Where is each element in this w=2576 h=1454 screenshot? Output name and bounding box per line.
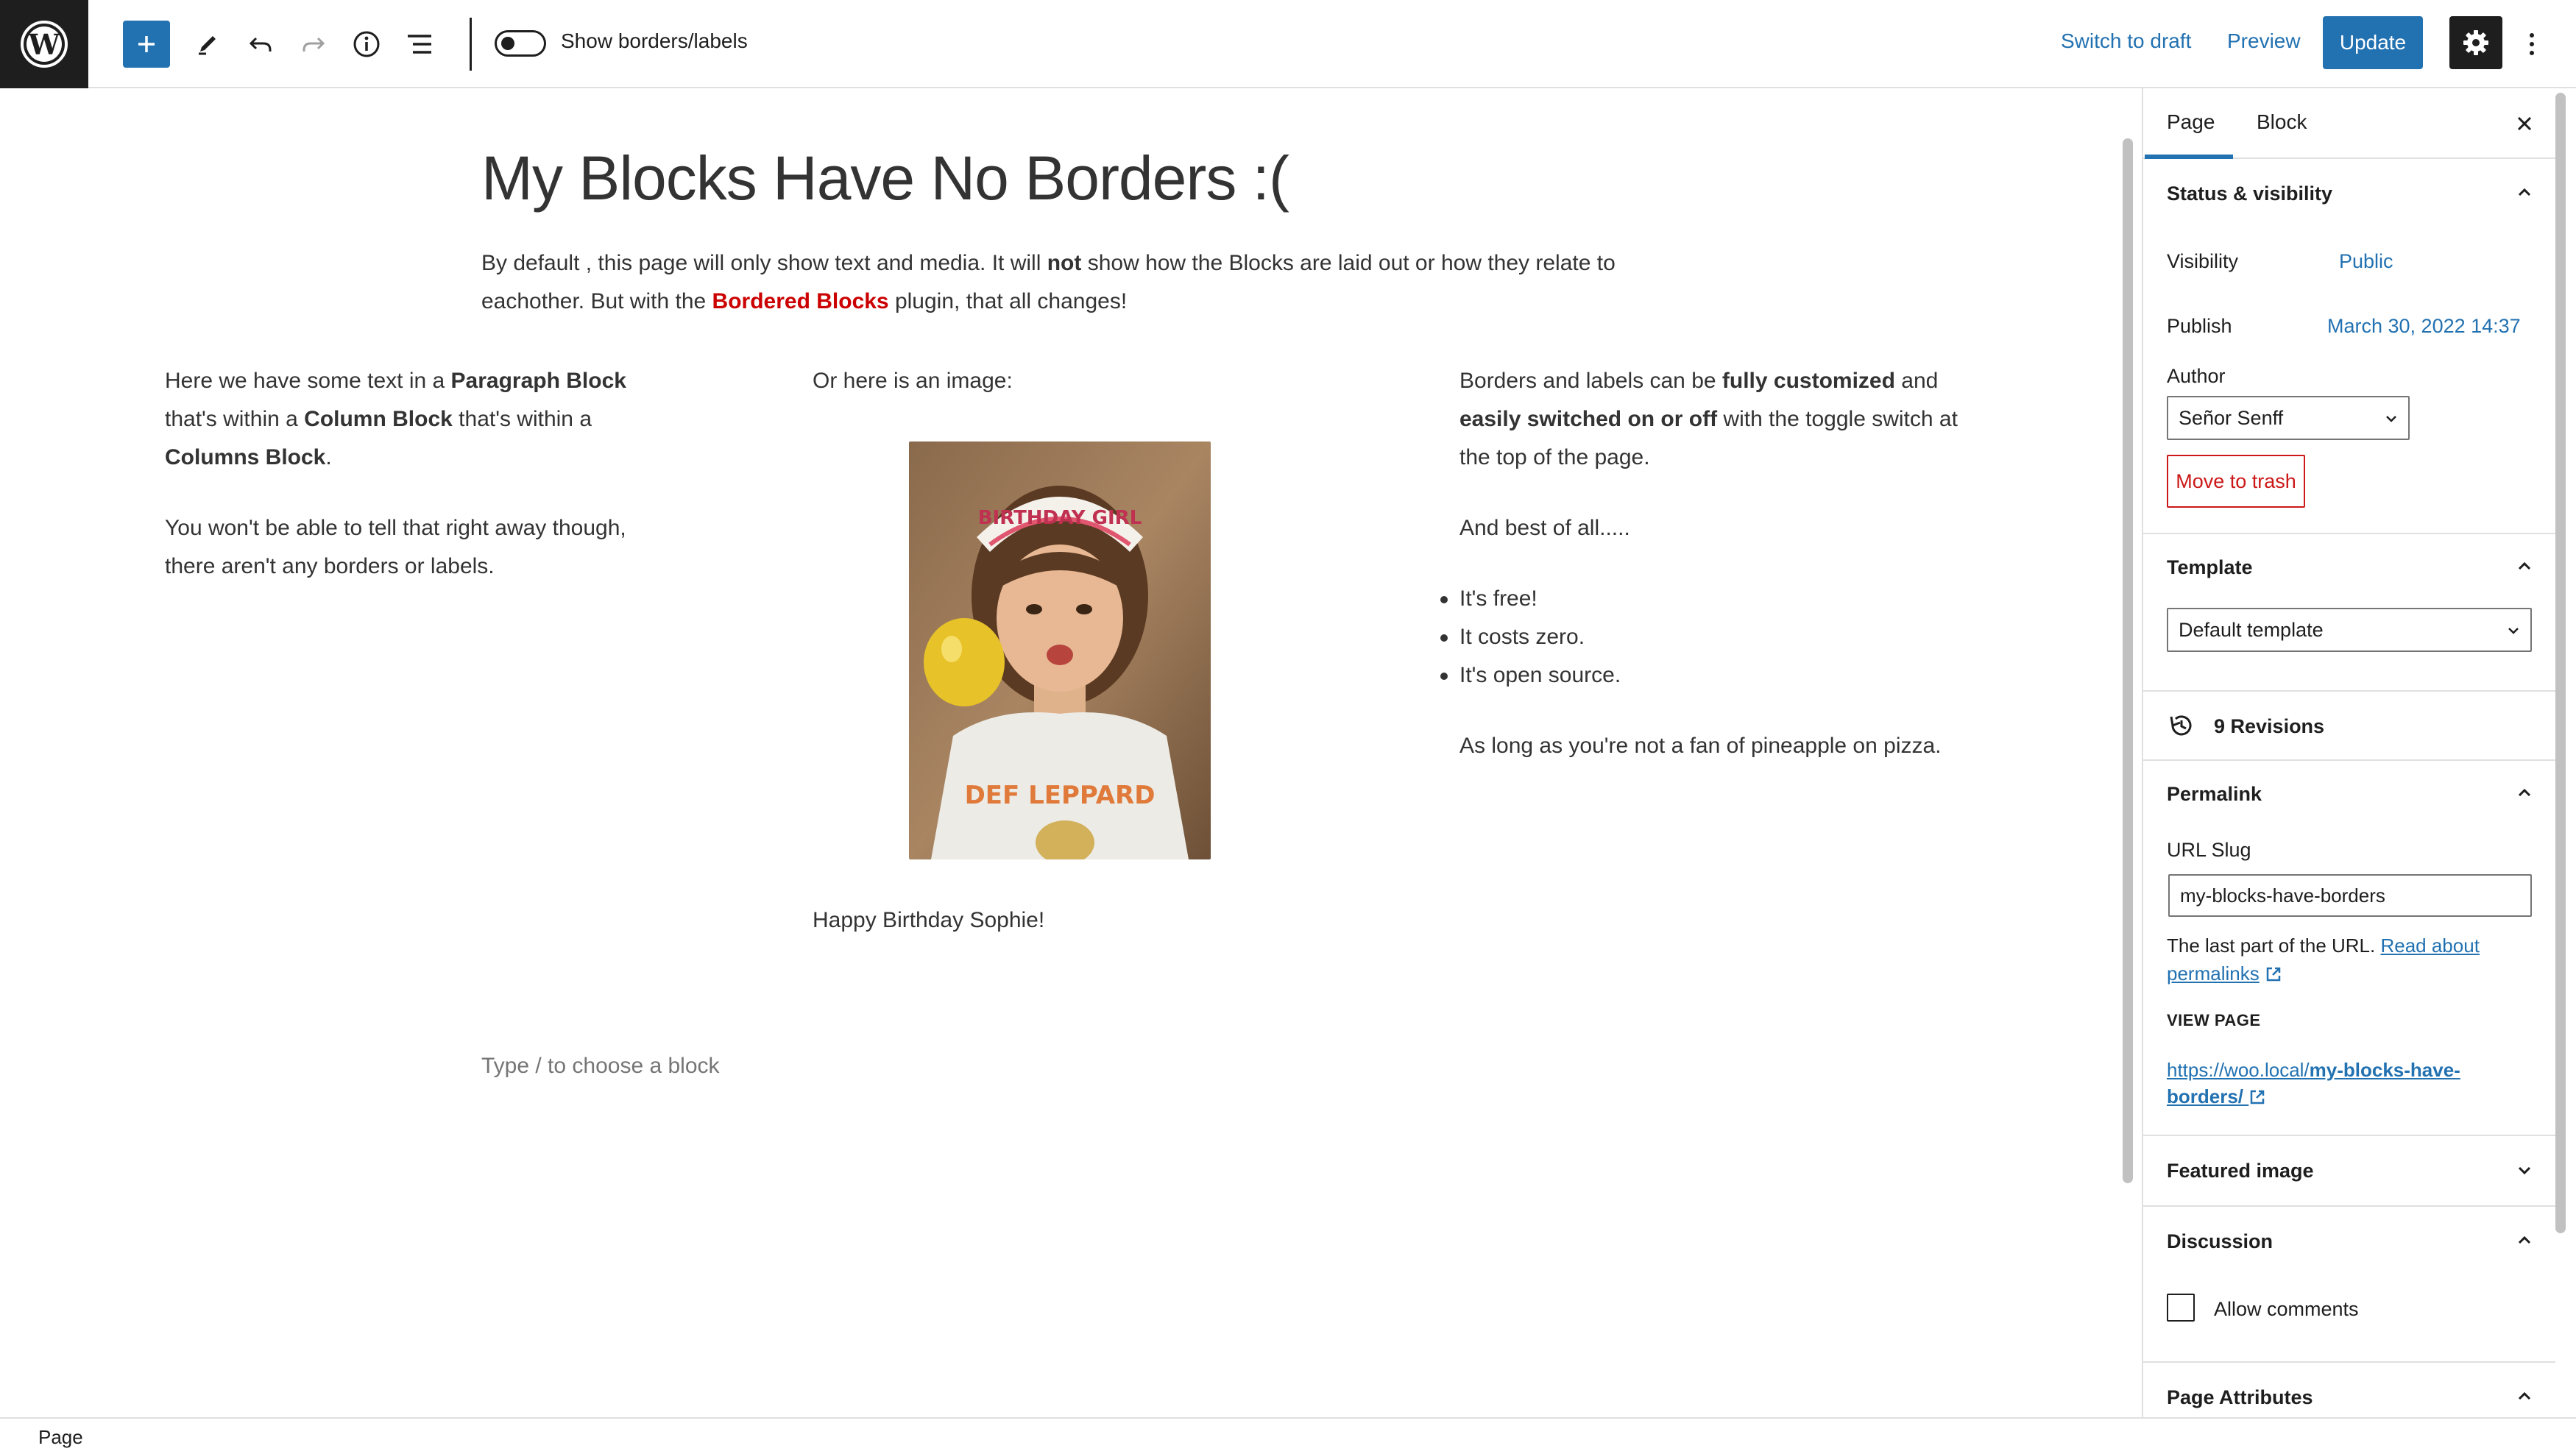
discussion-header[interactable]: Discussion (2167, 1230, 2273, 1253)
paragraph-block[interactable]: As long as you're not a fan of pineapple… (1459, 727, 1989, 765)
info-icon (353, 31, 380, 57)
image-caption[interactable]: Happy Birthday Sophie! (813, 908, 1044, 933)
birthday-photo-image[interactable]: DEF LEPPARD BIRTHDAY GIRL (909, 441, 1211, 859)
details-button[interactable] (343, 21, 390, 68)
intro-paragraph[interactable]: By default , this page will only show te… (481, 244, 1659, 321)
borders-toggle[interactable] (495, 30, 546, 57)
list-item: It's free! (1440, 580, 1989, 618)
settings-sidebar: Page Block Status & visibility Visibilit… (2142, 88, 2555, 1417)
list-block[interactable]: It's free! It costs zero. It's open sour… (1440, 580, 1989, 695)
switch-to-draft-button[interactable]: Switch to draft (2061, 29, 2191, 53)
allow-comments-label[interactable]: Allow comments (2214, 1298, 2359, 1321)
chevron-up-icon[interactable] (2516, 784, 2533, 802)
author-label: Author (2167, 365, 2226, 387)
section-divider (2143, 690, 2555, 692)
list-item: It's open source. (1440, 656, 1989, 695)
paragraph-block[interactable]: You won't be able to tell that right awa… (165, 509, 680, 586)
column-1: Here we have some text in a Paragraph Bl… (165, 362, 680, 618)
update-button[interactable]: Update (2323, 16, 2423, 69)
chevron-up-icon[interactable] (2516, 184, 2533, 202)
template-select[interactable]: Default template (2167, 608, 2532, 652)
view-page-label: VIEW PAGE (2167, 1011, 2261, 1029)
url-slug-label: URL Slug (2167, 839, 2251, 861)
list-item: It costs zero. (1440, 618, 1989, 656)
toolbar-divider (470, 18, 472, 71)
template-header[interactable]: Template (2167, 556, 2253, 579)
active-tab-indicator (2145, 155, 2233, 159)
list-view-icon (408, 35, 431, 54)
post-title[interactable]: My Blocks Have No Borders :( (481, 143, 1289, 214)
chevron-down-icon[interactable] (2516, 1161, 2533, 1179)
settings-button[interactable] (2449, 16, 2502, 69)
view-page-link[interactable]: https://woo.local/my-blocks-have-borders… (2167, 1057, 2535, 1110)
sidebar-scrollbar[interactable] (2555, 93, 2566, 1233)
permalink-help-text: The last part of the URL. Read about per… (2167, 935, 2480, 985)
visibility-label: Visibility (2167, 250, 2239, 272)
close-sidebar-button[interactable] (2511, 110, 2538, 137)
history-icon (2170, 715, 2192, 736)
editor-header: W Show borders/labels Switch to draft Pr… (0, 0, 2576, 88)
toggle-knob (501, 37, 514, 50)
redo-button[interactable] (290, 21, 337, 68)
more-options-button[interactable] (2517, 22, 2547, 66)
undo-icon (249, 37, 272, 52)
tab-block[interactable]: Block (2257, 110, 2307, 134)
block-appender-placeholder[interactable]: Type / to choose a block (481, 1054, 720, 1079)
canvas-scrollbar[interactable] (2123, 138, 2133, 1183)
visibility-value-button[interactable]: Public (2339, 250, 2393, 273)
list-view-button[interactable] (396, 21, 443, 68)
external-link-icon (2251, 1090, 2265, 1104)
bordered-blocks-link[interactable]: Bordered Blocks (712, 289, 889, 313)
tiara-text: BIRTHDAY GIRL (978, 507, 1142, 529)
external-link-icon (2266, 967, 2281, 982)
borders-toggle-label: Show borders/labels (561, 29, 748, 52)
publish-date-button[interactable]: March 30, 2022 14:37 (2327, 315, 2521, 338)
page-attributes-header[interactable]: Page Attributes (2167, 1386, 2313, 1409)
breadcrumb-page[interactable]: Page (38, 1426, 83, 1449)
move-to-trash-button[interactable]: Move to trash (2167, 455, 2305, 508)
revisions-link[interactable]: 9 Revisions (2214, 715, 2324, 738)
tools-button[interactable] (184, 21, 231, 68)
add-block-button[interactable] (123, 21, 170, 68)
close-icon (2517, 116, 2532, 131)
url-slug-input[interactable]: my-blocks-have-borders (2168, 874, 2532, 917)
section-divider (2143, 1205, 2555, 1207)
undo-button[interactable] (237, 21, 284, 68)
tab-page[interactable]: Page (2167, 110, 2215, 134)
section-divider (2143, 1135, 2555, 1136)
paragraph-block[interactable]: And best of all..... (1459, 509, 1989, 547)
section-divider (2143, 759, 2555, 761)
redo-icon (302, 37, 325, 52)
plus-icon (138, 36, 155, 52)
chevron-down-icon (2386, 416, 2396, 422)
section-divider (2143, 533, 2555, 534)
paragraph-block[interactable]: Borders and labels can be fully customiz… (1459, 362, 1989, 477)
gear-icon (2463, 30, 2488, 55)
chevron-up-icon[interactable] (2516, 1388, 2533, 1405)
svg-text:W: W (28, 28, 61, 61)
status-visibility-header[interactable]: Status & visibility (2167, 182, 2332, 205)
column-3: Borders and labels can be fully customiz… (1440, 362, 1989, 798)
block-breadcrumb-bar: Page (0, 1417, 2576, 1454)
wordpress-logo-icon[interactable]: W (0, 0, 88, 88)
sidebar-tabs: Page Block (2143, 88, 2555, 159)
section-divider (2143, 1361, 2555, 1363)
column-2: Or here is an image: (813, 362, 1328, 400)
allow-comments-checkbox[interactable] (2167, 1294, 2195, 1322)
chevron-up-icon[interactable] (2516, 1232, 2533, 1249)
chevron-up-icon[interactable] (2516, 558, 2533, 575)
publish-label: Publish (2167, 315, 2232, 337)
chevron-down-icon (2508, 628, 2519, 634)
pencil-icon (199, 36, 216, 55)
paragraph-block[interactable]: Or here is an image: (813, 362, 1328, 400)
shirt-print-text: DEF LEPPARD (965, 781, 1156, 810)
permalink-header[interactable]: Permalink (2167, 783, 2262, 806)
paragraph-block[interactable]: Here we have some text in a Paragraph Bl… (165, 362, 680, 477)
author-select[interactable]: Señor Senff (2167, 396, 2410, 440)
editor-canvas: My Blocks Have No Borders :( By default … (0, 88, 2120, 1417)
preview-button[interactable]: Preview (2227, 29, 2301, 53)
featured-image-header[interactable]: Featured image (2167, 1160, 2314, 1182)
